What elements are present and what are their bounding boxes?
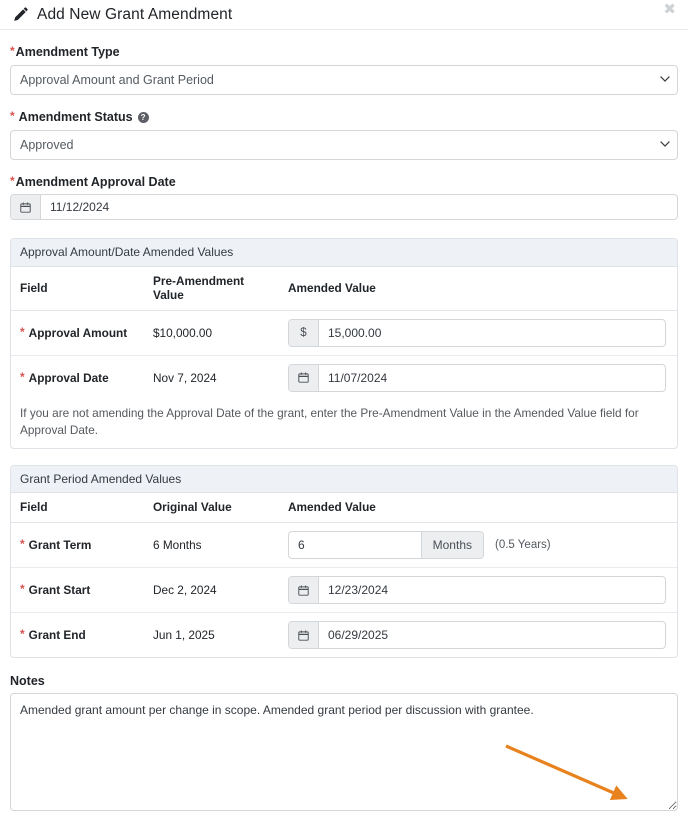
grant-end-original-value: Jun 1, 2025 bbox=[153, 628, 215, 643]
close-icon[interactable]: ✖ bbox=[663, 2, 676, 17]
grant-term-input-group: Months bbox=[288, 531, 484, 560]
row-label-grant-end: * Grant End bbox=[11, 613, 144, 657]
column-header-amended: Amended Value bbox=[279, 493, 677, 524]
row-label-text: Approval Date bbox=[28, 370, 109, 385]
table-header-row: Field Original Value Amended Value bbox=[11, 493, 677, 524]
grant-period-panel-title: Grant Period Amended Values bbox=[11, 465, 677, 494]
grant-end-input-group bbox=[288, 621, 666, 650]
required-asterisk: * bbox=[20, 324, 25, 339]
grant-term-input[interactable] bbox=[289, 532, 421, 559]
approval-date-amended-cell bbox=[279, 355, 677, 400]
approval-date-pre-value: Nov 7, 2024 bbox=[153, 370, 217, 385]
grant-term-amended-cell: Months (0.5 Years) bbox=[279, 522, 677, 569]
table-header-row: Field Pre-Amendment Value Amended Value bbox=[11, 266, 677, 311]
column-header-amended: Amended Value bbox=[279, 266, 677, 311]
amendment-type-select-wrap: Approval Amount and Grant Period bbox=[10, 64, 678, 95]
amendment-approval-date-group bbox=[10, 194, 678, 221]
grant-period-table: Field Original Value Amended Value * Gran… bbox=[11, 493, 677, 657]
table-row: * Grant Start Dec 2, 2024 bbox=[11, 567, 677, 614]
required-asterisk: * bbox=[20, 537, 25, 552]
amendment-status-label-text: Amendment Status bbox=[18, 109, 133, 124]
approval-amount-pre-value: $10,000.00 bbox=[144, 310, 279, 356]
amendment-type-select[interactable]: Approval Amount and Grant Period bbox=[10, 64, 678, 95]
calendar-icon[interactable] bbox=[289, 577, 319, 604]
amendment-status-select-wrap: Approved bbox=[10, 129, 678, 160]
column-header-field: Field bbox=[11, 493, 144, 524]
table-row: * Grant End Jun 1, 2025 bbox=[11, 613, 677, 657]
calendar-icon[interactable] bbox=[289, 364, 319, 391]
amendment-approval-date-label: * Amendment Approval Date bbox=[10, 173, 678, 190]
approval-panel-note: If you are not amending the Approval Dat… bbox=[20, 405, 639, 437]
calendar-icon[interactable] bbox=[289, 622, 319, 649]
table-row: * Approval Amount $10,000.00 $ bbox=[11, 310, 677, 356]
grant-start-input-group bbox=[288, 576, 666, 605]
grant-term-unit-label: Months bbox=[420, 532, 483, 559]
approval-amount-date-panel: Approval Amount/Date Amended Values Fiel… bbox=[10, 238, 678, 449]
grant-start-amended-cell bbox=[279, 567, 677, 614]
approval-panel-table: Field Pre-Amendment Value Amended Value … bbox=[11, 266, 677, 400]
amendment-approval-date-input[interactable] bbox=[41, 195, 677, 220]
amendment-type-label-text: Amendment Type bbox=[15, 45, 120, 59]
approval-date-input-group bbox=[288, 363, 666, 392]
column-header-pre-amendment: Pre-Amendment Value bbox=[144, 266, 279, 311]
question-mark-icon[interactable]: ? bbox=[137, 112, 149, 124]
required-asterisk: * bbox=[10, 109, 15, 124]
approval-amount-input-group: $ bbox=[288, 318, 666, 347]
modal-header: Add New Grant Amendment ✖ bbox=[0, 0, 688, 29]
approval-panel-title: Approval Amount/Date Amended Values bbox=[11, 239, 677, 267]
amendment-type-label: * Amendment Type bbox=[10, 44, 678, 60]
required-asterisk: * bbox=[10, 44, 15, 59]
approval-amount-input[interactable] bbox=[319, 319, 665, 346]
row-label-text: Grant Start bbox=[28, 583, 91, 598]
required-asterisk: * bbox=[10, 173, 15, 188]
amendment-status-label: * Amendment Status ? bbox=[10, 109, 678, 125]
row-label-text: Approval Amount bbox=[28, 325, 128, 340]
grant-start-input[interactable] bbox=[319, 577, 665, 604]
column-header-field: Field bbox=[11, 266, 144, 311]
pencil-icon bbox=[14, 7, 29, 22]
grant-end-input[interactable] bbox=[319, 622, 665, 649]
table-row: * Approval Date Nov 7, 2024 bbox=[11, 355, 677, 400]
amendment-status-select[interactable]: Approved bbox=[10, 129, 678, 160]
grant-start-original-value: Dec 2, 2024 bbox=[144, 567, 279, 614]
grant-period-panel: Grant Period Amended Values Field Origin… bbox=[10, 464, 678, 659]
row-label-approval-date: * Approval Date bbox=[11, 355, 144, 400]
approval-amount-amended-cell: $ bbox=[279, 310, 677, 356]
dollar-sign-icon: $ bbox=[289, 319, 319, 346]
notes-label: Notes bbox=[10, 674, 45, 689]
page-title: Add New Grant Amendment bbox=[37, 5, 233, 23]
required-asterisk: * bbox=[20, 627, 25, 642]
grant-term-original-value: 6 Months bbox=[144, 522, 279, 569]
column-header-original: Original Value bbox=[144, 493, 279, 524]
grant-term-years-note: (0.5 Years) bbox=[495, 539, 551, 552]
modal-body: * Amendment Type Approval Amount and Gra… bbox=[0, 30, 688, 812]
row-label-text: Grant Term bbox=[28, 538, 92, 553]
row-label-text: Grant End bbox=[28, 628, 86, 643]
table-row: *Grant Term 6 Months Months (0.5 Years) bbox=[11, 522, 677, 569]
required-asterisk: * bbox=[20, 582, 25, 597]
approval-date-input[interactable] bbox=[319, 364, 665, 391]
notes-textarea[interactable]: Amended grant amount per change in scope… bbox=[10, 693, 678, 812]
required-asterisk: * bbox=[20, 369, 25, 384]
row-label-approval-amount: * Approval Amount bbox=[11, 310, 144, 356]
calendar-icon[interactable] bbox=[11, 195, 41, 220]
row-label-grant-start: * Grant Start bbox=[11, 567, 144, 614]
amendment-approval-date-label-text: Amendment Approval Date bbox=[15, 174, 176, 189]
grant-end-amended-cell bbox=[279, 613, 677, 657]
row-label-grant-term: * Grant Term bbox=[11, 522, 144, 569]
